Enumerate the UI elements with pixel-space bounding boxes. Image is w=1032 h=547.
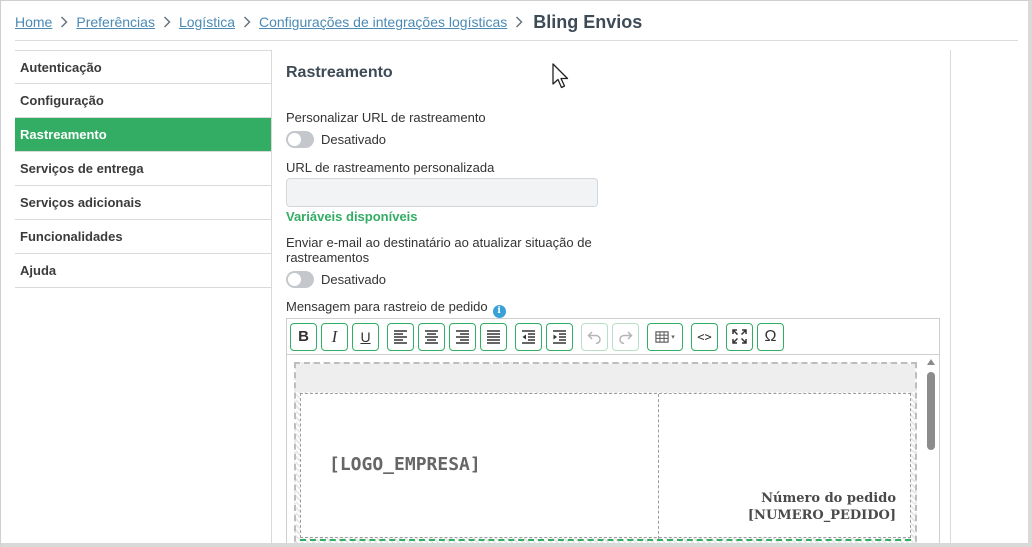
- toggle-state-label: Desativado: [321, 132, 387, 147]
- section-title: Rastreamento: [286, 64, 393, 81]
- info-icon[interactable]: i: [492, 305, 506, 318]
- email-label: Enviar e-mail ao destinatário ao atualiz…: [286, 235, 592, 265]
- tracking-url-input[interactable]: [286, 178, 598, 207]
- chevron-right-icon: [52, 16, 76, 28]
- editor-scrollbar[interactable]: [923, 355, 939, 543]
- special-char-icon[interactable]: Ω: [757, 322, 784, 351]
- outdent-icon[interactable]: [515, 322, 542, 351]
- chevron-right-icon: [507, 16, 531, 28]
- sidebar-item-rastreamento[interactable]: Rastreamento: [15, 118, 271, 152]
- align-justify-icon[interactable]: [480, 322, 507, 351]
- custom-url-label: Personalizar URL de rastreamento: [286, 110, 486, 125]
- source-code-icon[interactable]: <>: [691, 322, 718, 351]
- italic-icon[interactable]: I: [321, 322, 348, 351]
- app-window: Home Preferências Logística Configuraçõe…: [0, 0, 1032, 547]
- breadcrumb-preferencias[interactable]: Preferências: [76, 14, 155, 30]
- message-label-row: Mensagem para rastreio de pedido i: [286, 299, 506, 318]
- sidebar-item-configuracao[interactable]: Configuração: [15, 84, 271, 118]
- table-divider: [658, 394, 659, 539]
- align-right-icon[interactable]: [449, 322, 476, 351]
- order-number-label: Número do pedido: [761, 491, 896, 506]
- chevron-right-icon: [235, 16, 259, 28]
- order-number-placeholder: [NUMERO_PEDIDO]: [747, 508, 896, 523]
- sidebar-item-servicos-adicionais[interactable]: Serviços adicionais: [15, 186, 271, 220]
- divider: [15, 40, 1018, 41]
- indent-icon[interactable]: [546, 322, 573, 351]
- email-toggle-row: Desativado: [286, 271, 386, 288]
- chevron-right-icon: [155, 16, 179, 28]
- breadcrumb-configuracoes[interactable]: Configurações de integrações logísticas: [259, 14, 507, 30]
- scroll-up-arrow-icon[interactable]: [927, 359, 935, 365]
- email-toggle[interactable]: [286, 271, 314, 288]
- chevron-down-icon: ▾: [671, 333, 675, 341]
- breadcrumb-home[interactable]: Home: [15, 14, 52, 30]
- undo-icon[interactable]: [581, 322, 608, 351]
- bold-icon[interactable]: B: [290, 322, 317, 351]
- sidebar-item-servicos-entrega[interactable]: Serviços de entrega: [15, 152, 271, 186]
- fullscreen-icon[interactable]: [726, 322, 753, 351]
- sidebar: Autenticação Configuração Rastreamento S…: [15, 50, 271, 288]
- table-icon[interactable]: ▾: [647, 322, 683, 351]
- align-left-icon[interactable]: [387, 322, 414, 351]
- underline-icon[interactable]: U: [352, 322, 379, 351]
- breadcrumb: Home Preferências Logística Configuraçõe…: [15, 9, 642, 35]
- breadcrumb-logistica[interactable]: Logística: [179, 14, 235, 30]
- scrollbar-thumb[interactable]: [927, 372, 935, 450]
- sidebar-item-funcionalidades[interactable]: Funcionalidades: [15, 220, 271, 254]
- toggle-state-label: Desativado: [321, 272, 387, 287]
- sidebar-item-ajuda[interactable]: Ajuda: [15, 254, 271, 288]
- page-title: Bling Envios: [533, 11, 643, 32]
- table-border-highlight: [300, 539, 911, 541]
- divider: [271, 50, 272, 543]
- template-table: [LOGO_EMPRESA] Número do pedido [NUMERO_…: [300, 393, 911, 539]
- url-field-label: URL de rastreamento personalizada: [286, 160, 495, 175]
- editor-toolbar: B I U ▾ <> Ω: [287, 319, 939, 355]
- redo-icon[interactable]: [612, 322, 639, 351]
- mouse-cursor-icon: [552, 63, 569, 89]
- variables-link[interactable]: Variáveis disponíveis: [286, 209, 418, 224]
- custom-url-toggle[interactable]: [286, 131, 314, 148]
- logo-placeholder: [LOGO_EMPRESA]: [329, 454, 481, 475]
- align-center-icon[interactable]: [418, 322, 445, 351]
- sidebar-item-autenticacao[interactable]: Autenticação: [15, 50, 271, 84]
- editor-content[interactable]: [LOGO_EMPRESA] Número do pedido [NUMERO_…: [287, 355, 939, 543]
- template-header-band: [296, 364, 915, 392]
- message-label: Mensagem para rastreio de pedido: [286, 299, 488, 314]
- divider: [950, 50, 951, 543]
- custom-url-toggle-row: Desativado: [286, 131, 386, 148]
- rich-text-editor: B I U ▾ <> Ω [LOGO_EMPRESA] Número do pe…: [286, 318, 940, 543]
